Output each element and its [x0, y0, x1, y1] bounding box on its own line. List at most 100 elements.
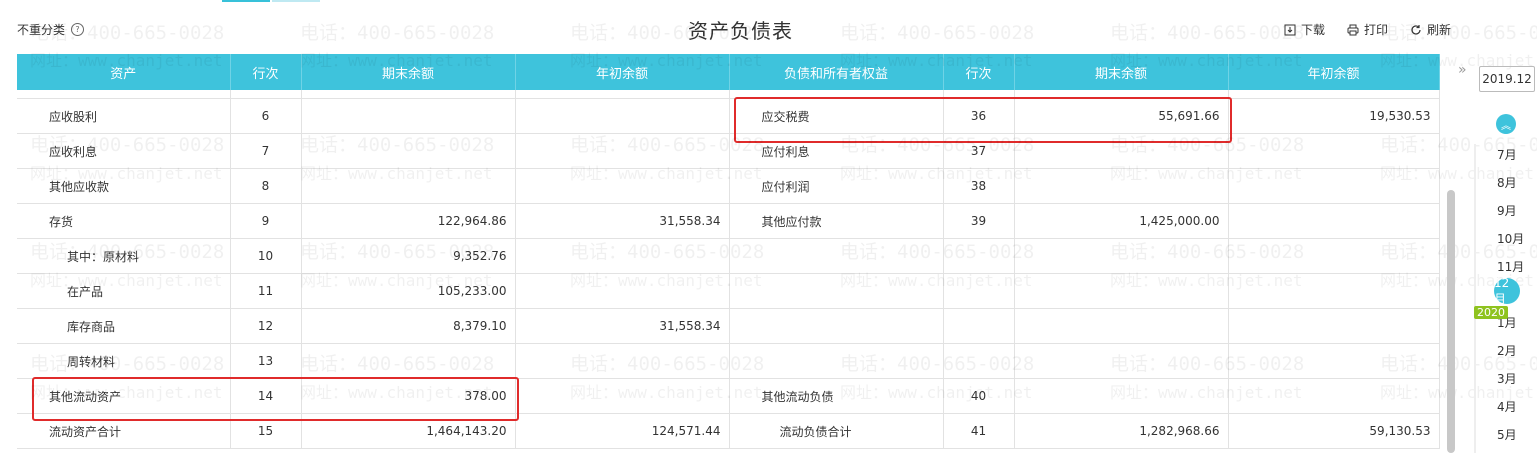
liability-line-cell[interactable]: 39 — [943, 203, 1015, 239]
liability-name-cell[interactable] — [729, 273, 944, 309]
asset-line-cell[interactable]: 12 — [230, 308, 302, 344]
liability-end-balance-cell[interactable]: 1,282,968.66 — [1014, 413, 1229, 449]
asset-name-cell[interactable]: 其他应收款 — [17, 168, 231, 204]
asset-name-cell[interactable]: 应收股利 — [17, 98, 231, 134]
asset-end-balance-cell[interactable] — [301, 133, 516, 169]
asset-end-balance-cell[interactable]: 8,379.10 — [301, 308, 516, 344]
month-scroll-up-icon[interactable]: ︽ — [1496, 114, 1516, 134]
liability-line-cell[interactable]: 36 — [943, 98, 1015, 134]
month-item[interactable]: 7月 — [1497, 146, 1517, 163]
asset-begin-balance-cell[interactable] — [515, 343, 730, 379]
asset-line-cell[interactable]: 13 — [230, 343, 302, 379]
asset-end-balance-cell[interactable] — [301, 343, 516, 379]
asset-begin-balance-cell[interactable]: 31,558.34 — [515, 203, 730, 239]
asset-name-cell[interactable]: 周转材料 — [17, 343, 231, 379]
asset-begin-balance-cell[interactable] — [515, 273, 730, 309]
liability-line-cell[interactable]: 38 — [943, 168, 1015, 204]
liability-begin-balance-cell[interactable]: 19,530.53 — [1228, 98, 1440, 134]
month-item[interactable]: 3月 — [1497, 370, 1517, 387]
asset-begin-balance-cell[interactable]: 31,558.34 — [515, 308, 730, 344]
liability-begin-balance-cell[interactable] — [1228, 378, 1440, 414]
asset-name-cell[interactable]: 其中：原材料 — [17, 238, 231, 274]
liability-name-cell[interactable] — [729, 238, 944, 274]
liability-begin-balance-cell[interactable] — [1228, 273, 1440, 309]
asset-line-cell[interactable]: 10 — [230, 238, 302, 274]
asset-begin-balance-cell[interactable] — [515, 133, 730, 169]
asset-name-cell[interactable]: 应收利息 — [17, 133, 231, 169]
liability-line-cell[interactable]: 37 — [943, 133, 1015, 169]
liability-name-cell[interactable]: 其他应付款 — [729, 203, 944, 239]
asset-begin-balance-cell[interactable] — [515, 378, 730, 414]
liability-name-cell[interactable]: 流动负债合计 — [729, 413, 944, 449]
liability-begin-balance-cell[interactable] — [1228, 343, 1440, 379]
liability-begin-balance-cell[interactable] — [1228, 168, 1440, 204]
period-input[interactable]: 2019.12 — [1479, 66, 1535, 92]
month-item-active[interactable]: 12月 — [1494, 276, 1520, 306]
month-item[interactable]: 11月 — [1497, 258, 1524, 275]
liability-end-balance-cell[interactable] — [1014, 378, 1229, 414]
asset-line-cell[interactable]: 9 — [230, 203, 302, 239]
liability-name-cell[interactable]: 应付利润 — [729, 168, 944, 204]
refresh-button[interactable]: 刷新 — [1410, 21, 1451, 38]
asset-end-balance-cell[interactable]: 378.00 — [301, 378, 516, 414]
collapse-panel-icon[interactable]: » — [1458, 62, 1467, 78]
liability-begin-balance-cell[interactable] — [1228, 308, 1440, 344]
month-item[interactable]: 9月 — [1497, 202, 1517, 219]
liability-line-cell[interactable] — [943, 273, 1015, 309]
liability-end-balance-cell[interactable] — [1014, 238, 1229, 274]
asset-end-balance-cell[interactable]: 105,233.00 — [301, 273, 516, 309]
asset-end-balance-cell[interactable] — [301, 98, 516, 134]
month-item[interactable]: 4月 — [1497, 398, 1517, 415]
liability-end-balance-cell[interactable] — [1014, 133, 1229, 169]
liability-end-balance-cell[interactable] — [1014, 343, 1229, 379]
asset-end-balance-cell[interactable] — [301, 168, 516, 204]
liability-begin-balance-cell[interactable] — [1228, 238, 1440, 274]
asset-begin-balance-cell[interactable]: 124,571.44 — [515, 413, 730, 449]
asset-name-cell[interactable]: 存货 — [17, 203, 231, 239]
asset-line-cell[interactable]: 7 — [230, 133, 302, 169]
asset-begin-balance-cell[interactable] — [515, 238, 730, 274]
no-reclassify-filter[interactable]: 不重分类 ? — [17, 21, 85, 38]
asset-begin-balance-cell[interactable] — [515, 168, 730, 204]
asset-line-cell[interactable]: 8 — [230, 168, 302, 204]
liability-line-cell[interactable] — [943, 238, 1015, 274]
asset-line-cell[interactable]: 11 — [230, 273, 302, 309]
liability-name-cell[interactable]: 应交税费 — [729, 98, 944, 134]
liability-line-cell[interactable]: 40 — [943, 378, 1015, 414]
liability-line-cell[interactable] — [943, 343, 1015, 379]
liability-end-balance-cell[interactable]: 1,425,000.00 — [1014, 203, 1229, 239]
asset-begin-balance-cell[interactable] — [515, 98, 730, 134]
asset-end-balance-cell[interactable]: 122,964.86 — [301, 203, 516, 239]
asset-end-balance-cell[interactable]: 9,352.76 — [301, 238, 516, 274]
month-item[interactable]: 2月 — [1497, 342, 1517, 359]
liability-begin-balance-cell[interactable] — [1228, 133, 1440, 169]
month-item[interactable]: 5月 — [1497, 426, 1517, 443]
liability-name-cell[interactable]: 应付利息 — [729, 133, 944, 169]
asset-name-cell[interactable]: 流动资产合计 — [17, 413, 231, 449]
liability-name-cell[interactable]: 其他流动负债 — [729, 378, 944, 414]
liability-end-balance-cell[interactable]: 55,691.66 — [1014, 98, 1229, 134]
asset-line-cell[interactable]: 14 — [230, 378, 302, 414]
asset-name-cell[interactable]: 在产品 — [17, 273, 231, 309]
print-button[interactable]: 打印 — [1347, 21, 1388, 38]
asset-name-cell[interactable]: 库存商品 — [17, 308, 231, 344]
help-icon[interactable]: ? — [71, 23, 85, 36]
liability-line-cell[interactable] — [943, 308, 1015, 344]
month-item[interactable]: 10月 — [1497, 230, 1524, 247]
top-toolbar: 不重分类 ? 资产负债表 下载 打印 刷新 — [0, 0, 1537, 54]
asset-name-cell[interactable]: 其他流动资产 — [17, 378, 231, 414]
liability-end-balance-cell[interactable] — [1014, 308, 1229, 344]
liability-begin-balance-cell[interactable]: 59,130.53 — [1228, 413, 1440, 449]
vertical-scrollbar[interactable] — [1447, 190, 1455, 453]
download-button[interactable]: 下载 — [1284, 21, 1325, 38]
month-item[interactable]: 8月 — [1497, 174, 1517, 191]
liability-line-cell[interactable]: 41 — [943, 413, 1015, 449]
liability-end-balance-cell[interactable] — [1014, 273, 1229, 309]
liability-name-cell[interactable] — [729, 343, 944, 379]
liability-name-cell[interactable] — [729, 308, 944, 344]
asset-line-cell[interactable]: 6 — [230, 98, 302, 134]
liability-end-balance-cell[interactable] — [1014, 168, 1229, 204]
asset-end-balance-cell[interactable]: 1,464,143.20 — [301, 413, 516, 449]
liability-begin-balance-cell[interactable] — [1228, 203, 1440, 239]
asset-line-cell[interactable]: 15 — [230, 413, 302, 449]
